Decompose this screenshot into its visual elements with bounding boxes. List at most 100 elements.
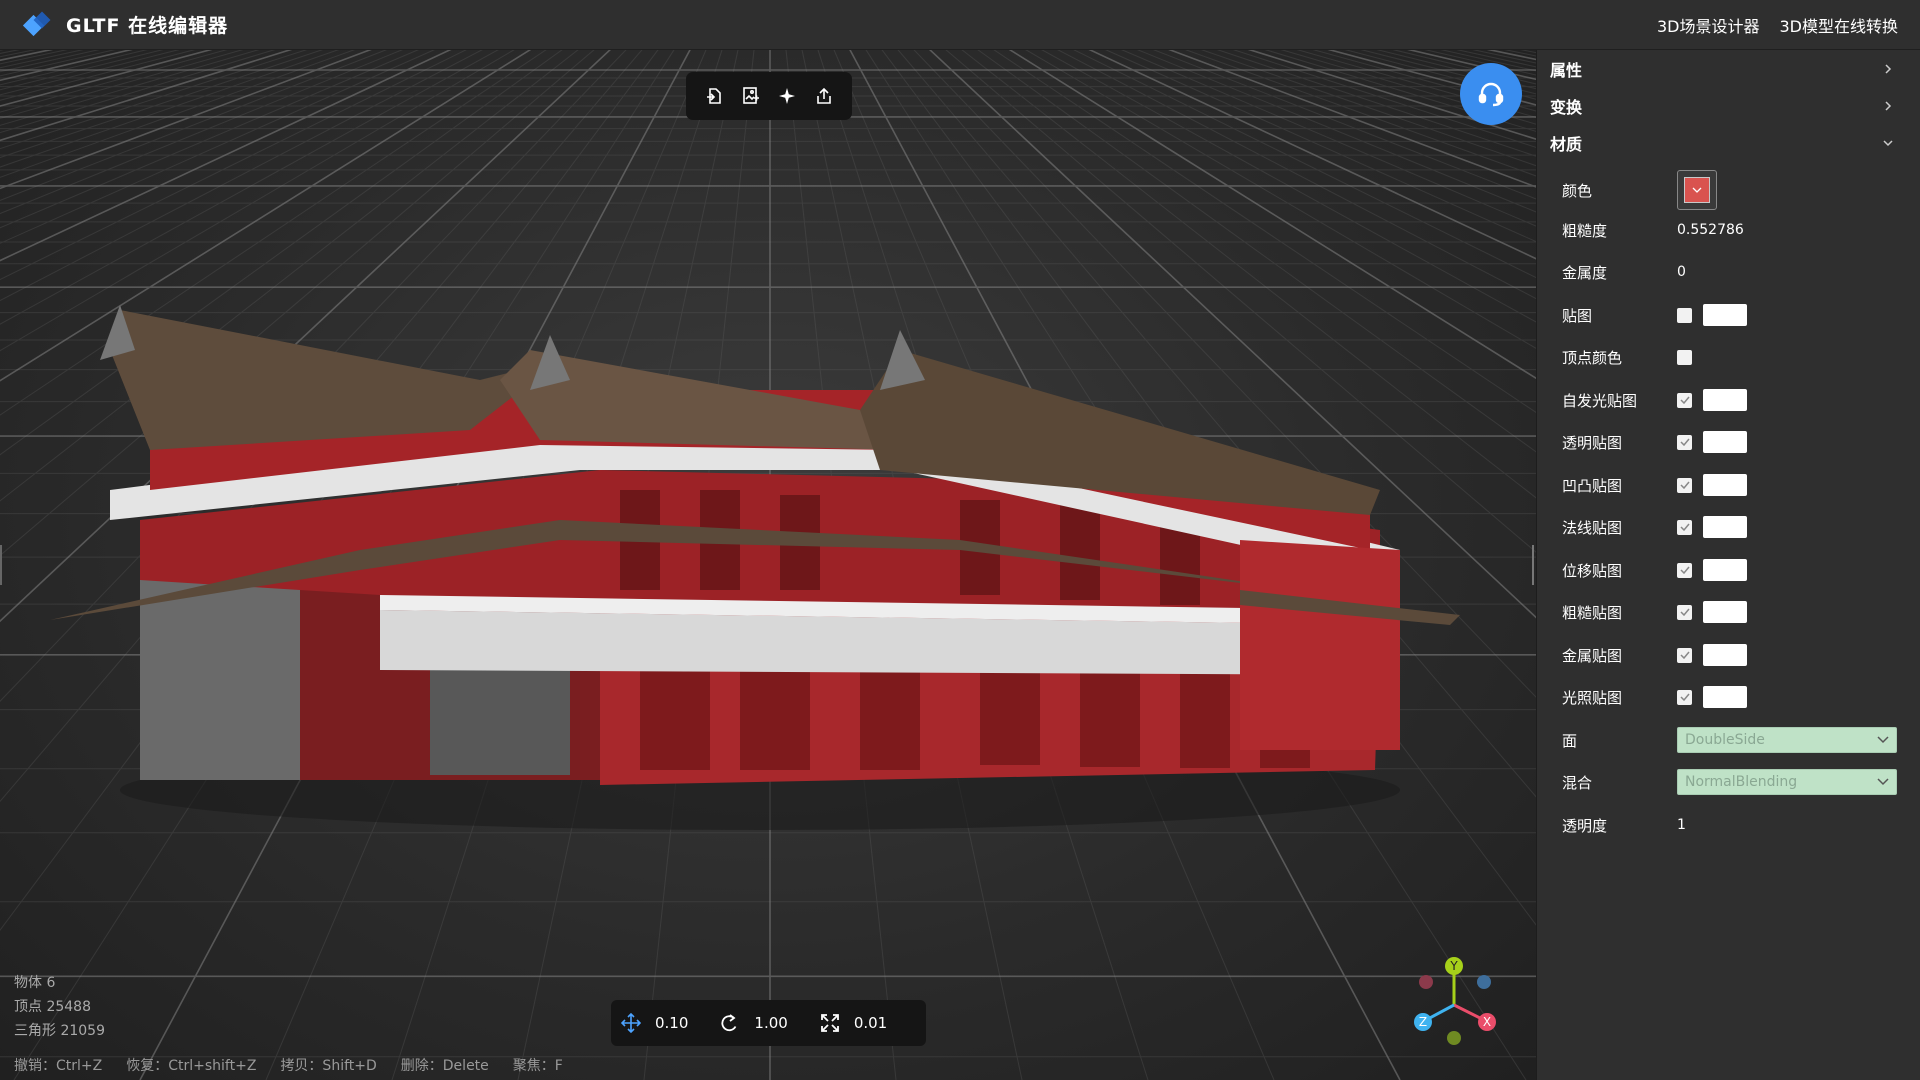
3d-viewport[interactable]: 物体 6 顶点 25488 三角形 21059 0.10 1.00 0.01 撤… (0, 50, 1536, 1080)
map-row: 顶点颜色 (1537, 342, 1920, 372)
map-texture-slot[interactable] (1703, 686, 1747, 708)
map-texture-slot[interactable] (1703, 559, 1747, 581)
metalness-label: 金属度 (1562, 263, 1608, 282)
axis-neg-y-dot[interactable] (1447, 1031, 1461, 1045)
object-count: 物体 6 (14, 975, 56, 991)
map-texture-slot[interactable] (1703, 474, 1747, 496)
map-label: 贴图 (1562, 306, 1593, 325)
map-checkbox[interactable] (1677, 434, 1692, 450)
left-resize-handle[interactable] (0, 545, 2, 585)
shortcut-delete: 删除：Delete (400, 1058, 489, 1074)
map-texture-slot[interactable] (1703, 601, 1747, 623)
map-checkbox[interactable] (1677, 392, 1692, 408)
map-checkbox[interactable] (1677, 519, 1692, 535)
section-transform[interactable]: 变换 (1537, 87, 1920, 124)
map-texture-slot[interactable] (1703, 431, 1747, 453)
map-checkbox[interactable] (1677, 604, 1692, 620)
scene-stats: 物体 6 顶点 25488 三角形 21059 (14, 971, 105, 1043)
triangle-count: 三角形 21059 (14, 1023, 105, 1039)
map-label: 顶点颜色 (1562, 348, 1623, 367)
chevron-right-icon (1885, 100, 1892, 111)
color-picker-button[interactable] (1677, 170, 1717, 210)
model-converter-link[interactable]: 3D模型在线转换 (1779, 13, 1898, 37)
import-image-icon[interactable] (738, 83, 764, 109)
app-header: GLTF 在线编辑器 3D场景设计器 3D模型在线转换 (0, 0, 1920, 50)
map-texture-slot[interactable] (1703, 389, 1747, 411)
blending-label: 混合 (1562, 773, 1593, 792)
chevron-down-icon (1877, 736, 1889, 744)
roughness-label: 粗糙度 (1562, 221, 1608, 240)
chevron-down-icon (1692, 187, 1702, 193)
map-row: 贴图 (1537, 300, 1920, 330)
map-texture-slot[interactable] (1703, 304, 1747, 326)
move-snap-value: 0.10 (655, 1014, 689, 1032)
axis-gizmo[interactable]: Y X Z (1404, 950, 1514, 1060)
checkmark-icon (1679, 651, 1690, 659)
section-properties-label: 属性 (1550, 60, 1583, 80)
metalness-input[interactable]: 0 (1677, 264, 1686, 280)
app-logo-icon (22, 11, 51, 38)
map-checkbox[interactable] (1677, 477, 1692, 493)
map-row: 自发光贴图 (1537, 385, 1920, 415)
map-label: 法线贴图 (1562, 518, 1623, 537)
checkmark-icon (1679, 523, 1690, 531)
opacity-row: 透明度 1 (1537, 810, 1920, 840)
import-file-icon[interactable] (701, 83, 727, 109)
side-row: 面 DoubleSide (1537, 725, 1920, 755)
map-label: 金属贴图 (1562, 646, 1623, 665)
right-resize-handle[interactable] (1532, 545, 1534, 585)
map-label: 粗糙贴图 (1562, 603, 1623, 622)
light-sparkle-icon[interactable] (774, 83, 800, 109)
shortcut-undo: 撤销：Ctrl+Z (14, 1058, 103, 1074)
color-label: 颜色 (1562, 181, 1593, 200)
shortcut-focus: 聚焦：F (512, 1058, 563, 1074)
map-row: 金属贴图 (1537, 640, 1920, 670)
map-row: 位移贴图 (1537, 555, 1920, 585)
rotate-snap[interactable]: 1.00 (720, 1013, 788, 1033)
map-texture-slot[interactable] (1703, 644, 1747, 666)
building-model[interactable] (0, 50, 1536, 1080)
opacity-input[interactable]: 1 (1677, 817, 1686, 833)
chevron-down-icon (1877, 778, 1889, 786)
side-select[interactable]: DoubleSide (1677, 727, 1897, 753)
axis-y-label: Y (1449, 959, 1458, 973)
map-checkbox[interactable] (1677, 647, 1692, 663)
section-material-label: 材质 (1550, 134, 1583, 154)
map-row: 透明贴图 (1537, 427, 1920, 457)
axis-neg-x-dot[interactable] (1419, 975, 1433, 989)
map-row: 凹凸贴图 (1537, 470, 1920, 500)
map-row: 粗糙贴图 (1537, 597, 1920, 627)
axis-z-label: Z (1419, 1015, 1427, 1029)
shortcut-copy: 拷贝：Shift+D (280, 1058, 377, 1074)
material-color-row: 颜色 (1537, 168, 1920, 212)
scale-snap[interactable]: 0.01 (820, 1013, 887, 1033)
app-title: GLTF 在线编辑器 (66, 15, 229, 37)
section-properties[interactable]: 属性 (1537, 50, 1920, 87)
section-transform-label: 变换 (1550, 97, 1583, 117)
checkmark-icon (1679, 693, 1690, 701)
map-row: 光照贴图 (1537, 682, 1920, 712)
map-checkbox[interactable] (1677, 562, 1692, 578)
opacity-label: 透明度 (1562, 816, 1608, 835)
axis-neg-z-dot[interactable] (1477, 975, 1491, 989)
map-checkbox[interactable] (1677, 349, 1692, 365)
side-select-value: DoubleSide (1685, 732, 1765, 748)
viewport-toolbar (686, 72, 852, 120)
checkmark-icon (1679, 396, 1690, 404)
chevron-right-icon (1885, 63, 1892, 74)
move-snap[interactable]: 0.10 (621, 1013, 688, 1033)
map-checkbox[interactable] (1677, 689, 1692, 705)
chevron-down-icon (1883, 139, 1893, 146)
map-label: 透明贴图 (1562, 433, 1623, 452)
map-checkbox[interactable] (1677, 307, 1692, 323)
checkmark-icon (1679, 566, 1690, 574)
section-material[interactable]: 材质 (1537, 124, 1920, 161)
shortcut-hints: 撤销：Ctrl+Z 恢复：Ctrl+shift+Z 拷贝：Shift+D 删除：… (0, 1050, 1536, 1080)
export-share-icon[interactable] (811, 83, 837, 109)
blending-select[interactable]: NormalBlending (1677, 769, 1897, 795)
roughness-input[interactable]: 0.552786 (1677, 222, 1744, 238)
map-texture-slot[interactable] (1703, 516, 1747, 538)
shortcut-redo: 恢复：Ctrl+shift+Z (126, 1058, 257, 1074)
customer-service-button[interactable] (1460, 63, 1522, 125)
scene-designer-link[interactable]: 3D场景设计器 (1657, 13, 1760, 37)
